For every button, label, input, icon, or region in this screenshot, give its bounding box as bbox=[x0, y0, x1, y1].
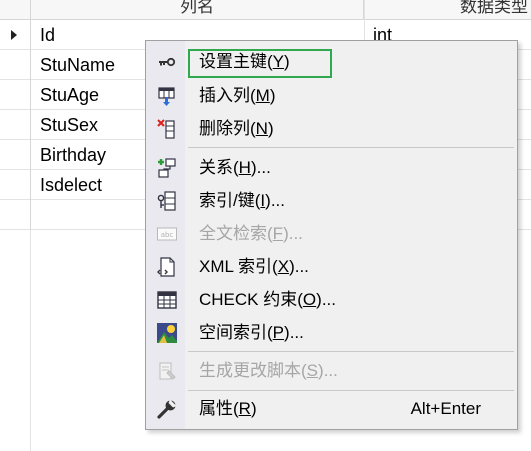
column-name-cell[interactable]: Birthday bbox=[40, 140, 106, 170]
wrench-icon bbox=[156, 398, 178, 420]
row-selector[interactable] bbox=[0, 200, 31, 230]
menu-separator bbox=[188, 147, 514, 148]
menu-separator bbox=[188, 390, 514, 391]
menu-item-label: 生成更改脚本(S)... bbox=[199, 361, 338, 380]
index-key-icon bbox=[156, 190, 178, 212]
data-type-header[interactable]: 数据类型 bbox=[364, 0, 531, 20]
menu-item-label: CHECK 约束(O)... bbox=[199, 290, 336, 309]
current-row-arrow-icon bbox=[11, 30, 17, 40]
menu-item-properties[interactable]: 属性(R) Alt+Enter bbox=[146, 392, 517, 425]
menu-item-xml-index[interactable]: XML 索引(X)... bbox=[146, 250, 517, 283]
menu-item-spatial-index[interactable]: 空间索引(P)... bbox=[146, 316, 517, 349]
row-selector[interactable] bbox=[0, 50, 31, 80]
fulltext-icon: abc bbox=[156, 223, 178, 245]
menu-item-label: 属性(R) bbox=[199, 399, 257, 418]
row-selector-strip bbox=[0, 230, 31, 451]
menu-item-generate-change-script: 生成更改脚本(S)... bbox=[146, 354, 517, 387]
svg-text:abc: abc bbox=[161, 231, 174, 239]
menu-item-label: 全文检索(F)... bbox=[199, 224, 303, 243]
menu-item-check-constraint[interactable]: CHECK 约束(O)... bbox=[146, 283, 517, 316]
insert-column-icon bbox=[156, 85, 178, 107]
menu-item-insert-column[interactable]: 插入列(M) bbox=[146, 79, 517, 112]
menu-item-label: XML 索引(X)... bbox=[199, 257, 309, 276]
xml-index-icon bbox=[156, 256, 178, 278]
column-name-cell[interactable]: StuAge bbox=[40, 80, 99, 110]
menu-item-label: 删除列(N) bbox=[199, 119, 274, 138]
row-selector[interactable] bbox=[0, 20, 31, 50]
menu-item-relationships[interactable]: 关系(H)... bbox=[146, 151, 517, 184]
row-selector[interactable] bbox=[0, 140, 31, 170]
context-menu: 设置主键(Y) 插入列(M) 删除列(N) 关系(H)... 索引/键(I)..… bbox=[145, 40, 518, 430]
menu-item-label: 索引/键(I)... bbox=[199, 191, 285, 210]
spatial-index-icon bbox=[156, 322, 178, 344]
column-name-cell[interactable]: StuSex bbox=[40, 110, 98, 140]
row-selector[interactable] bbox=[0, 170, 31, 200]
row-selector-header bbox=[0, 0, 31, 20]
check-constraint-icon bbox=[156, 289, 178, 311]
delete-column-icon bbox=[156, 118, 178, 140]
menu-separator bbox=[188, 351, 514, 352]
relationship-icon bbox=[156, 157, 178, 179]
shortcut-text: Alt+Enter bbox=[410, 399, 481, 418]
menu-item-label: 关系(H)... bbox=[199, 158, 271, 177]
column-name-cell[interactable]: StuName bbox=[40, 50, 115, 80]
script-icon bbox=[156, 360, 178, 382]
key-icon bbox=[156, 51, 178, 73]
column-name-cell[interactable]: Id bbox=[40, 20, 55, 50]
column-name-cell[interactable]: Isdelect bbox=[40, 170, 102, 200]
menu-item-indexes-keys[interactable]: 索引/键(I)... bbox=[146, 184, 517, 217]
row-selector[interactable] bbox=[0, 110, 31, 140]
menu-item-label: 插入列(M) bbox=[199, 86, 276, 105]
menu-item-label: 设置主键(Y) bbox=[199, 52, 290, 71]
menu-item-delete-column[interactable]: 删除列(N) bbox=[146, 112, 517, 145]
row-selector[interactable] bbox=[0, 80, 31, 110]
menu-item-set-primary-key[interactable]: 设置主键(Y) bbox=[146, 45, 517, 78]
menu-item-fulltext-index: abc 全文检索(F)... bbox=[146, 217, 517, 250]
menu-item-label: 空间索引(P)... bbox=[199, 323, 304, 342]
column-name-header[interactable]: 列名 bbox=[31, 0, 364, 20]
